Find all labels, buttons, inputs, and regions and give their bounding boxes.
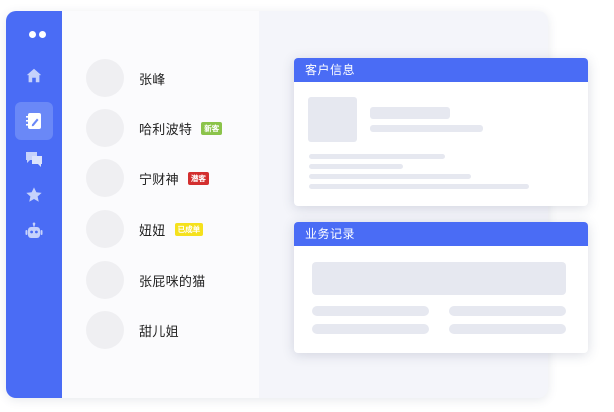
- avatar: [86, 311, 124, 349]
- card-title: 客户信息: [294, 58, 588, 82]
- list-item[interactable]: 妞妞 已成单: [86, 210, 204, 248]
- star-icon: [26, 187, 42, 202]
- sidebar: [6, 11, 62, 398]
- text-placeholder: [312, 306, 429, 316]
- nav-chat[interactable]: [15, 140, 53, 178]
- text-placeholder: [449, 324, 566, 334]
- list-item[interactable]: 哈利波特 新客: [86, 109, 223, 147]
- robot-icon: [25, 222, 43, 238]
- status-badge: 新客: [201, 121, 223, 135]
- avatar: [86, 261, 124, 299]
- status-badge: 潜客: [187, 171, 209, 185]
- contact-list: 张峰 哈利波特 新客 宁财神 潜客 妞妞 已成单 张屁咪的猫 甜儿姐: [62, 11, 259, 398]
- contact-name: 宁财神: [139, 172, 179, 188]
- contact-name: 妞妞: [139, 223, 166, 239]
- nav-robot[interactable]: [15, 213, 53, 251]
- chat-icon: [26, 152, 42, 167]
- list-item[interactable]: 宁财神 潜客: [86, 159, 209, 197]
- avatar: [86, 159, 124, 197]
- status-badge: 已成单: [174, 222, 204, 236]
- text-placeholder: [312, 324, 429, 334]
- image-placeholder: [308, 97, 357, 142]
- contact-name: 张峰: [139, 72, 166, 88]
- text-placeholder: [309, 174, 471, 179]
- avatar: [86, 109, 124, 147]
- nav-star[interactable]: [15, 176, 53, 214]
- contact-name: 甜儿姐: [139, 324, 179, 340]
- text-placeholder: [370, 107, 450, 119]
- list-item[interactable]: 张峰: [86, 59, 166, 97]
- contact-name: 张屁咪的猫: [139, 274, 206, 290]
- nav-home[interactable]: [15, 57, 53, 95]
- customer-info-card: 客户信息: [294, 58, 588, 206]
- content-placeholder: [312, 262, 566, 295]
- contact-name: 哈利波特: [139, 122, 193, 138]
- card-title: 业务记录: [294, 222, 588, 246]
- list-item[interactable]: 张屁咪的猫: [86, 261, 206, 299]
- text-placeholder: [309, 164, 403, 169]
- text-placeholder: [449, 306, 566, 316]
- business-records-card: 业务记录: [294, 222, 588, 353]
- notebook-icon: [26, 113, 41, 129]
- avatar: [86, 59, 124, 97]
- text-placeholder: [370, 125, 483, 132]
- home-icon: [26, 68, 42, 83]
- list-item[interactable]: 甜儿姐: [86, 311, 179, 349]
- window-dots: [29, 31, 46, 38]
- dot: [29, 31, 36, 38]
- text-placeholder: [309, 184, 529, 189]
- nav-notebook[interactable]: [15, 102, 53, 140]
- dot: [39, 31, 46, 38]
- avatar: [86, 210, 124, 248]
- text-placeholder: [309, 154, 445, 159]
